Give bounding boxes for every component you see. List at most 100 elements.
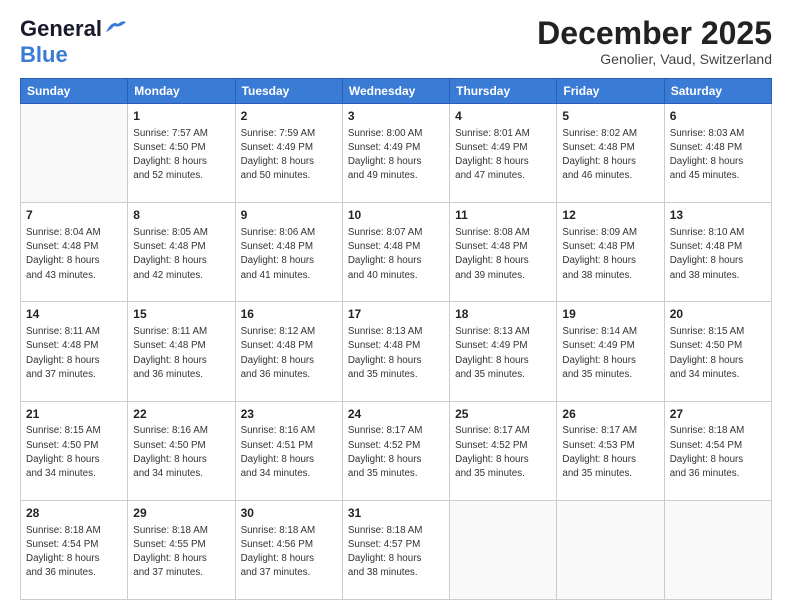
day-info: Sunrise: 8:17 AMSunset: 4:52 PMDaylight:…: [348, 424, 444, 481]
logo: General Blue: [20, 16, 126, 68]
calendar-cell: 11Sunrise: 8:08 AMSunset: 4:48 PMDayligh…: [450, 203, 557, 302]
day-number: 29: [133, 505, 229, 522]
day-number: 5: [562, 108, 658, 125]
day-number: 25: [455, 406, 551, 423]
logo-bird-icon: [104, 18, 126, 36]
day-info: Sunrise: 8:13 AMSunset: 4:49 PMDaylight:…: [455, 325, 551, 382]
day-number: 12: [562, 207, 658, 224]
day-of-week-friday: Friday: [557, 79, 664, 104]
calendar-cell: 4 Sunrise: 8:01 AMSunset: 4:49 PMDaylight…: [450, 104, 557, 203]
calendar-cell: 30Sunrise: 8:18 AMSunset: 4:56 PMDayligh…: [235, 500, 342, 599]
calendar-cell: 29 Sunrise: 8:18 AMSunset: 4:55 PMDayligh…: [128, 500, 235, 599]
day-info: Sunrise: 8:18 AMSunset: 4:54 PMDaylight:…: [670, 424, 766, 481]
day-info: Sunrise: 7:59 AMSunset: 4:49 PMDaylight:…: [241, 127, 337, 184]
calendar-cell: 27Sunrise: 8:18 AMSunset: 4:54 PMDayligh…: [664, 401, 771, 500]
day-info: Sunrise: 8:17 AMSunset: 4:52 PMDaylight:…: [455, 424, 551, 481]
calendar-cell: 9Sunrise: 8:06 AMSunset: 4:48 PMDaylight…: [235, 203, 342, 302]
calendar-body: 1 Sunrise: 7:57 AMSunset: 4:50 PMDaylight…: [21, 104, 772, 600]
day-info: Sunrise: 8:11 AMSunset: 4:48 PMDaylight:…: [26, 325, 122, 382]
day-number: 27: [670, 406, 766, 423]
calendar-cell: 13 Sunrise: 8:10 AMSunset: 4:48 PMDayligh…: [664, 203, 771, 302]
calendar-cell: 31 Sunrise: 8:18 AMSunset: 4:57 PMDayligh…: [342, 500, 449, 599]
calendar-cell: 15Sunrise: 8:11 AMSunset: 4:48 PMDayligh…: [128, 302, 235, 401]
day-info: Sunrise: 8:09 AMSunset: 4:48 PMDaylight:…: [562, 226, 658, 283]
calendar-header: SundayMondayTuesdayWednesdayThursdayFrid…: [21, 79, 772, 104]
day-info: Sunrise: 8:15 AMSunset: 4:50 PMDaylight:…: [670, 325, 766, 382]
day-info: Sunrise: 8:13 AMSunset: 4:48 PMDaylight:…: [348, 325, 444, 382]
day-number: 1: [133, 108, 229, 125]
day-of-week-tuesday: Tuesday: [235, 79, 342, 104]
day-info: Sunrise: 8:04 AMSunset: 4:48 PMDaylight:…: [26, 226, 122, 283]
day-number: 20: [670, 306, 766, 323]
day-info: Sunrise: 8:00 AMSunset: 4:49 PMDaylight:…: [348, 127, 444, 184]
day-number: 19: [562, 306, 658, 323]
day-number: 8: [133, 207, 229, 224]
day-info: Sunrise: 8:05 AMSunset: 4:48 PMDaylight:…: [133, 226, 229, 283]
header: General Blue December 2025 Genolier, Vau…: [20, 16, 772, 68]
day-info: Sunrise: 8:16 AMSunset: 4:51 PMDaylight:…: [241, 424, 337, 481]
month-title: December 2025: [537, 16, 772, 51]
day-info: Sunrise: 8:10 AMSunset: 4:48 PMDaylight:…: [670, 226, 766, 283]
calendar-cell: 21Sunrise: 8:15 AMSunset: 4:50 PMDayligh…: [21, 401, 128, 500]
day-info: Sunrise: 8:02 AMSunset: 4:48 PMDaylight:…: [562, 127, 658, 184]
day-number: 3: [348, 108, 444, 125]
week-row-5: 28Sunrise: 8:18 AMSunset: 4:54 PMDayligh…: [21, 500, 772, 599]
calendar-table: SundayMondayTuesdayWednesdayThursdayFrid…: [20, 78, 772, 600]
day-info: Sunrise: 8:18 AMSunset: 4:56 PMDaylight:…: [241, 524, 337, 581]
day-info: Sunrise: 8:18 AMSunset: 4:57 PMDaylight:…: [348, 524, 444, 581]
day-number: 2: [241, 108, 337, 125]
day-info: Sunrise: 8:07 AMSunset: 4:48 PMDaylight:…: [348, 226, 444, 283]
page: General Blue December 2025 Genolier, Vau…: [0, 0, 792, 612]
logo-general: General: [20, 16, 102, 42]
calendar-cell: 20 Sunrise: 8:15 AMSunset: 4:50 PMDayligh…: [664, 302, 771, 401]
calendar-cell: 5 Sunrise: 8:02 AMSunset: 4:48 PMDaylight…: [557, 104, 664, 203]
calendar-cell: 14 Sunrise: 8:11 AMSunset: 4:48 PMDayligh…: [21, 302, 128, 401]
calendar-cell: 10Sunrise: 8:07 AMSunset: 4:48 PMDayligh…: [342, 203, 449, 302]
calendar-cell: 26Sunrise: 8:17 AMSunset: 4:53 PMDayligh…: [557, 401, 664, 500]
day-number: 6: [670, 108, 766, 125]
day-of-week-thursday: Thursday: [450, 79, 557, 104]
day-number: 9: [241, 207, 337, 224]
day-number: 21: [26, 406, 122, 423]
day-of-week-sunday: Sunday: [21, 79, 128, 104]
day-number: 4: [455, 108, 551, 125]
day-info: Sunrise: 8:03 AMSunset: 4:48 PMDaylight:…: [670, 127, 766, 184]
week-row-2: 7 Sunrise: 8:04 AMSunset: 4:48 PMDaylight…: [21, 203, 772, 302]
day-number: 13: [670, 207, 766, 224]
calendar-cell: 3 Sunrise: 8:00 AMSunset: 4:49 PMDaylight…: [342, 104, 449, 203]
calendar-cell: [21, 104, 128, 203]
day-info: Sunrise: 7:57 AMSunset: 4:50 PMDaylight:…: [133, 127, 229, 184]
day-number: 31: [348, 505, 444, 522]
calendar-cell: 19 Sunrise: 8:14 AMSunset: 4:49 PMDayligh…: [557, 302, 664, 401]
calendar-cell: [557, 500, 664, 599]
day-of-week-monday: Monday: [128, 79, 235, 104]
day-number: 18: [455, 306, 551, 323]
day-number: 17: [348, 306, 444, 323]
header-right: December 2025 Genolier, Vaud, Switzerlan…: [537, 16, 772, 67]
day-info: Sunrise: 8:14 AMSunset: 4:49 PMDaylight:…: [562, 325, 658, 382]
day-number: 7: [26, 207, 122, 224]
day-info: Sunrise: 8:16 AMSunset: 4:50 PMDaylight:…: [133, 424, 229, 481]
calendar-cell: 17 Sunrise: 8:13 AMSunset: 4:48 PMDayligh…: [342, 302, 449, 401]
calendar-cell: 2 Sunrise: 7:59 AMSunset: 4:49 PMDaylight…: [235, 104, 342, 203]
day-of-week-saturday: Saturday: [664, 79, 771, 104]
day-info: Sunrise: 8:01 AMSunset: 4:49 PMDaylight:…: [455, 127, 551, 184]
day-number: 26: [562, 406, 658, 423]
day-number: 28: [26, 505, 122, 522]
day-number: 24: [348, 406, 444, 423]
day-number: 22: [133, 406, 229, 423]
week-row-3: 14 Sunrise: 8:11 AMSunset: 4:48 PMDayligh…: [21, 302, 772, 401]
day-number: 23: [241, 406, 337, 423]
day-of-week-wednesday: Wednesday: [342, 79, 449, 104]
calendar-cell: 7 Sunrise: 8:04 AMSunset: 4:48 PMDaylight…: [21, 203, 128, 302]
day-info: Sunrise: 8:11 AMSunset: 4:48 PMDaylight:…: [133, 325, 229, 382]
calendar-cell: 1 Sunrise: 7:57 AMSunset: 4:50 PMDaylight…: [128, 104, 235, 203]
day-info: Sunrise: 8:18 AMSunset: 4:55 PMDaylight:…: [133, 524, 229, 581]
day-number: 14: [26, 306, 122, 323]
calendar-cell: 12 Sunrise: 8:09 AMSunset: 4:48 PMDayligh…: [557, 203, 664, 302]
calendar-cell: 28Sunrise: 8:18 AMSunset: 4:54 PMDayligh…: [21, 500, 128, 599]
calendar-cell: 18 Sunrise: 8:13 AMSunset: 4:49 PMDayligh…: [450, 302, 557, 401]
calendar-cell: 22Sunrise: 8:16 AMSunset: 4:50 PMDayligh…: [128, 401, 235, 500]
day-number: 11: [455, 207, 551, 224]
days-header-row: SundayMondayTuesdayWednesdayThursdayFrid…: [21, 79, 772, 104]
